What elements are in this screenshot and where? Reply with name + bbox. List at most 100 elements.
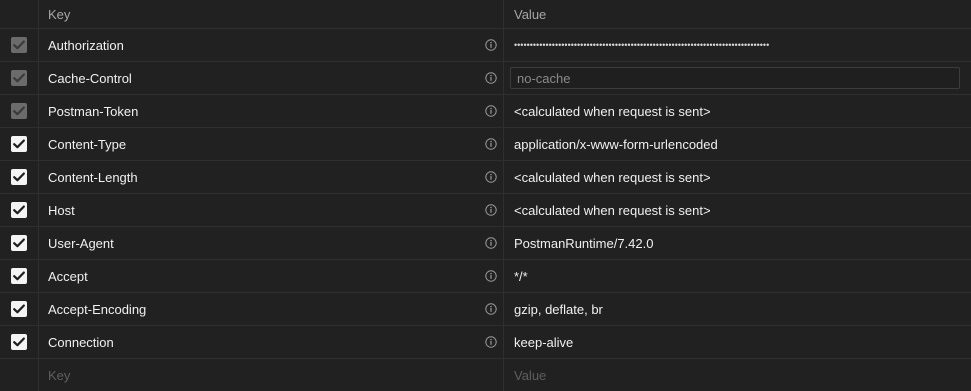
new-header-row: Key Value	[0, 359, 971, 391]
row-checkbox-cell	[0, 62, 38, 94]
row-enable-checkbox	[11, 37, 27, 53]
row-value-text: keep-alive	[514, 334, 574, 350]
row-key-cell[interactable]: Content-Length	[38, 161, 503, 193]
table-row: Authorization •••••••••••••••••••••••••••…	[0, 29, 971, 62]
checkmark-icon	[13, 205, 25, 215]
row-key-text: Accept	[48, 268, 88, 284]
checkmark-icon	[13, 238, 25, 248]
row-checkbox-cell	[0, 260, 38, 292]
row-key-text: Content-Length	[48, 169, 138, 185]
row-key-text: User-Agent	[48, 235, 114, 251]
new-row-checkbox-cell	[0, 359, 38, 391]
row-value-text: <calculated when request is sent>	[514, 103, 711, 119]
row-key-cell[interactable]: Content-Type	[38, 128, 503, 160]
row-key-text: Cache-Control	[48, 70, 132, 86]
checkmark-icon	[13, 304, 25, 314]
row-value-cell[interactable]: no-cache	[503, 62, 971, 94]
row-value-text: gzip, deflate, br	[514, 301, 603, 317]
row-key-text: Accept-Encoding	[48, 301, 147, 317]
row-value-cell[interactable]: <calculated when request is sent>	[503, 161, 971, 193]
info-icon[interactable]	[485, 270, 497, 282]
table-row: Accept-Encoding gzip, deflate, br	[0, 293, 971, 326]
row-value-cell[interactable]: application/x-www-form-urlencoded	[503, 128, 971, 160]
row-checkbox-cell	[0, 194, 38, 226]
row-value-text: <calculated when request is sent>	[514, 202, 711, 218]
row-enable-checkbox[interactable]	[11, 136, 27, 152]
row-value-text: <calculated when request is sent>	[514, 169, 711, 185]
header-key: Key	[38, 0, 503, 28]
row-value-text: PostmanRuntime/7.42.0	[514, 235, 654, 251]
row-value-cell[interactable]: PostmanRuntime/7.42.0	[503, 227, 971, 259]
headers-table: Key Value Authorization •••••••••••••••••…	[0, 0, 971, 391]
row-key-cell[interactable]: Authorization	[38, 29, 503, 61]
row-value-text: ••••••••••••••••••••••••••••••••••••••••…	[514, 40, 770, 50]
info-icon[interactable]	[485, 72, 497, 84]
table-row: Connection keep-alive	[0, 326, 971, 359]
info-icon[interactable]	[485, 138, 497, 150]
row-enable-checkbox[interactable]	[11, 202, 27, 218]
row-key-cell[interactable]: Accept-Encoding	[38, 293, 503, 325]
row-enable-checkbox[interactable]	[11, 268, 27, 284]
checkmark-icon	[13, 106, 25, 116]
info-icon[interactable]	[485, 105, 497, 117]
table-row: Content-Type application/x-www-form-urlen…	[0, 128, 971, 161]
info-icon[interactable]	[485, 204, 497, 216]
table-header: Key Value	[0, 0, 971, 29]
row-value-cell[interactable]: gzip, deflate, br	[503, 293, 971, 325]
row-key-text: Content-Type	[48, 136, 127, 152]
info-icon[interactable]	[485, 303, 497, 315]
checkmark-icon	[13, 271, 25, 281]
row-checkbox-cell	[0, 95, 38, 127]
row-value-cell[interactable]: */*	[503, 260, 971, 292]
info-icon[interactable]	[485, 39, 497, 51]
row-enable-checkbox[interactable]	[11, 334, 27, 350]
table-row: Accept */*	[0, 260, 971, 293]
row-key-cell[interactable]: Host	[38, 194, 503, 226]
checkmark-icon	[13, 139, 25, 149]
row-value-text: application/x-www-form-urlencoded	[514, 136, 718, 152]
row-key-text: Host	[48, 202, 75, 218]
row-checkbox-cell	[0, 128, 38, 160]
row-value-cell[interactable]: <calculated when request is sent>	[503, 194, 971, 226]
row-enable-checkbox[interactable]	[11, 169, 27, 185]
info-icon[interactable]	[485, 336, 497, 348]
row-value-cell[interactable]: keep-alive	[503, 326, 971, 358]
row-key-cell[interactable]: User-Agent	[38, 227, 503, 259]
value-edit-input[interactable]: no-cache	[510, 67, 960, 89]
row-checkbox-cell	[0, 161, 38, 193]
table-row: User-Agent PostmanRuntime/7.42.0	[0, 227, 971, 260]
row-enable-checkbox[interactable]	[11, 301, 27, 317]
row-value-cell[interactable]: <calculated when request is sent>	[503, 95, 971, 127]
info-icon[interactable]	[485, 171, 497, 183]
row-value-cell[interactable]: ••••••••••••••••••••••••••••••••••••••••…	[503, 29, 971, 61]
row-checkbox-cell	[0, 29, 38, 61]
table-row: Content-Length <calculated when request i…	[0, 161, 971, 194]
checkmark-icon	[13, 73, 25, 83]
row-key-cell[interactable]: Postman-Token	[38, 95, 503, 127]
table-row: Cache-Control no-cache	[0, 62, 971, 95]
checkmark-icon	[13, 40, 25, 50]
row-enable-checkbox	[11, 103, 27, 119]
row-key-text: Postman-Token	[48, 103, 139, 119]
row-checkbox-cell	[0, 293, 38, 325]
row-value-text: */*	[514, 268, 528, 284]
new-key-input[interactable]: Key	[38, 359, 503, 391]
new-value-input[interactable]: Value	[503, 359, 971, 391]
row-enable-checkbox[interactable]	[11, 235, 27, 251]
row-key-cell[interactable]: Cache-Control	[38, 62, 503, 94]
table-body: Authorization •••••••••••••••••••••••••••…	[0, 29, 971, 359]
row-value-text: no-cache	[517, 70, 571, 86]
checkmark-icon	[13, 337, 25, 347]
row-key-text: Connection	[48, 334, 114, 350]
table-row: Host <calculated when request is sent>	[0, 194, 971, 227]
header-value: Value	[503, 0, 971, 28]
row-checkbox-cell	[0, 227, 38, 259]
header-checkbox-column	[0, 0, 38, 28]
info-icon[interactable]	[485, 237, 497, 249]
row-checkbox-cell	[0, 326, 38, 358]
row-key-cell[interactable]: Connection	[38, 326, 503, 358]
row-key-cell[interactable]: Accept	[38, 260, 503, 292]
table-row: Postman-Token <calculated when request is…	[0, 95, 971, 128]
row-key-text: Authorization	[48, 37, 124, 53]
checkmark-icon	[13, 172, 25, 182]
